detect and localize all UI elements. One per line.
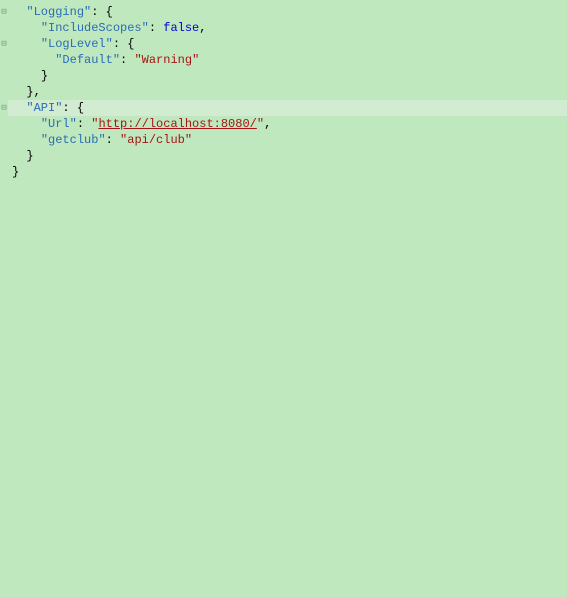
brace-open: {: [127, 37, 134, 51]
json-string: "Warning": [134, 53, 199, 67]
json-bool: false: [163, 21, 199, 35]
url-link[interactable]: http://localhost:8080/: [98, 117, 256, 131]
brace-open: {: [77, 101, 84, 115]
comma: ,: [264, 117, 271, 131]
code-line[interactable]: "Default": "Warning": [8, 52, 567, 68]
colon: :: [91, 5, 105, 19]
indent: [12, 5, 26, 19]
brace-close: }: [26, 149, 33, 163]
json-key-loglevel: "LogLevel": [41, 37, 113, 51]
fold-glyph-icon[interactable]: ⊟: [0, 100, 8, 116]
code-line[interactable]: "LogLevel": {: [8, 36, 567, 52]
code-line[interactable]: }: [8, 148, 567, 164]
code-line[interactable]: }: [8, 68, 567, 84]
code-area[interactable]: "Logging": { "IncludeScopes": false, "Lo…: [8, 4, 567, 180]
code-line[interactable]: "getclub": "api/club": [8, 132, 567, 148]
code-editor[interactable]: ⊟ ⊟ ⊟ "Logging": { "IncludeScopes": fals…: [0, 0, 567, 597]
indent: [12, 149, 26, 163]
colon: :: [120, 53, 134, 67]
indent: [12, 69, 41, 83]
code-line[interactable]: },: [8, 84, 567, 100]
colon: :: [62, 101, 76, 115]
json-key-url: "Url": [41, 117, 77, 131]
json-key-getclub: "getclub": [41, 133, 106, 147]
brace-close-comma: },: [26, 85, 40, 99]
colon: :: [106, 133, 120, 147]
brace-close: }: [12, 165, 19, 179]
indent: [12, 85, 26, 99]
json-string: "api/club": [120, 133, 192, 147]
colon: :: [77, 117, 91, 131]
fold-glyph-icon[interactable]: ⊟: [0, 36, 8, 52]
indent: [12, 117, 41, 131]
colon: :: [113, 37, 127, 51]
code-line-current[interactable]: "API": {: [8, 100, 567, 116]
indent: [12, 101, 26, 115]
indent: [12, 53, 55, 67]
fold-glyph-icon[interactable]: ⊟: [0, 4, 8, 20]
code-line[interactable]: "Logging": {: [8, 4, 567, 20]
fold-glyph-empty: [0, 68, 8, 84]
code-line[interactable]: "IncludeScopes": false,: [8, 20, 567, 36]
json-string-url: "http://localhost:8080/": [91, 117, 264, 131]
json-key-includescopes: "IncludeScopes": [41, 21, 149, 35]
indent: [12, 21, 41, 35]
brace-close: }: [41, 69, 48, 83]
json-key-api: "API": [26, 101, 62, 115]
fold-gutter: ⊟ ⊟ ⊟: [0, 0, 8, 597]
indent: [12, 37, 41, 51]
fold-glyph-empty: [0, 20, 8, 36]
json-key-default: "Default": [55, 53, 120, 67]
json-key-logging: "Logging": [26, 5, 91, 19]
fold-glyph-empty: [0, 84, 8, 100]
code-line[interactable]: }: [8, 164, 567, 180]
comma: ,: [199, 21, 206, 35]
fold-glyph-empty: [0, 52, 8, 68]
indent: [12, 133, 41, 147]
colon: :: [149, 21, 163, 35]
code-line[interactable]: "Url": "http://localhost:8080/",: [8, 116, 567, 132]
brace-open: {: [106, 5, 113, 19]
